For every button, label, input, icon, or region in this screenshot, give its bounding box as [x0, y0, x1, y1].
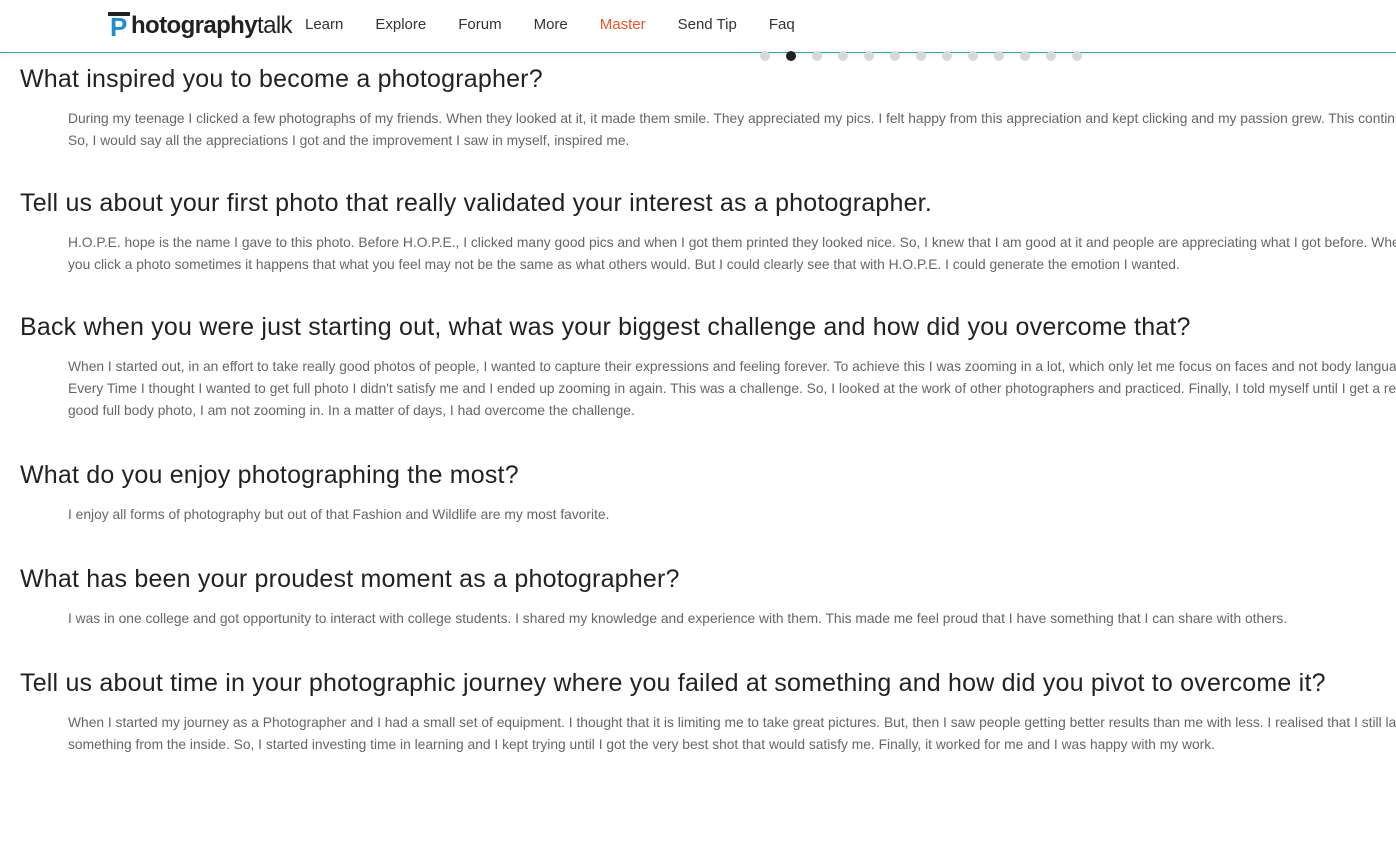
- carousel-dot[interactable]: [838, 51, 848, 61]
- qa-item-5: What has been your proudest moment as a …: [0, 562, 1396, 630]
- answer-text: When I started my journey as a Photograp…: [68, 715, 1396, 752]
- carousel-dot[interactable]: [994, 51, 1004, 61]
- nav-more[interactable]: More: [534, 16, 568, 33]
- nav-master[interactable]: Master: [600, 16, 646, 33]
- logo-text-secondary: talk: [257, 12, 293, 39]
- question-heading: Tell us about time in your photographic …: [20, 669, 1326, 697]
- qa-item-6: Tell us about time in your photographic …: [0, 666, 1396, 756]
- question-heading: What do you enjoy photographing the most…: [20, 461, 519, 489]
- carousel-dot[interactable]: [1046, 51, 1056, 61]
- answer-text: H.O.P.E. hope is the name I gave to this…: [68, 235, 1396, 272]
- qa-item-3: Back when you were just starting out, wh…: [0, 310, 1396, 422]
- question-heading: What inspired you to become a photograph…: [20, 65, 543, 93]
- nav-learn[interactable]: Learn: [305, 16, 343, 33]
- main-nav: Learn Explore Forum More Master Send Tip…: [305, 0, 827, 48]
- nav-explore[interactable]: Explore: [375, 16, 426, 33]
- question-heading: What has been your proudest moment as a …: [20, 565, 680, 593]
- qa-item-1: What inspired you to become a photograph…: [0, 62, 1396, 152]
- carousel-dot[interactable]: [864, 51, 874, 61]
- question-heading: Tell us about your first photo that real…: [20, 189, 932, 217]
- top-navigation-bar: P hotography talk Learn Explore Forum Mor…: [0, 0, 1396, 53]
- carousel-dot[interactable]: [916, 51, 926, 61]
- carousel-dot[interactable]: [968, 51, 978, 61]
- logo-text-primary: hotography: [131, 12, 258, 39]
- answer-text: I was in one college and got opportunity…: [68, 611, 1288, 626]
- photographytalk-logo[interactable]: P hotography talk: [108, 8, 293, 40]
- logo-mark-icon: P: [108, 12, 130, 40]
- carousel-dot[interactable]: [942, 51, 952, 61]
- carousel-dot[interactable]: [890, 51, 900, 61]
- question-heading: Back when you were just starting out, wh…: [20, 313, 1191, 341]
- nav-faq[interactable]: Faq: [769, 16, 795, 33]
- qa-item-4: What do you enjoy photographing the most…: [0, 458, 1396, 526]
- carousel-dot[interactable]: [1020, 51, 1030, 61]
- interview-content: What inspired you to become a photograph…: [0, 62, 1396, 846]
- nav-send-tip[interactable]: Send Tip: [678, 16, 737, 33]
- qa-item-2: Tell us about your first photo that real…: [0, 186, 1396, 276]
- carousel-pagination: [760, 51, 1098, 61]
- carousel-dot[interactable]: [1072, 51, 1082, 61]
- answer-text: I enjoy all forms of photography but out…: [68, 507, 610, 522]
- answer-text: During my teenage I clicked a few photog…: [68, 111, 1396, 148]
- nav-forum[interactable]: Forum: [458, 16, 501, 33]
- carousel-dot[interactable]: [760, 51, 770, 61]
- answer-text: When I started out, in an effort to take…: [68, 359, 1396, 418]
- carousel-dot[interactable]: [812, 51, 822, 61]
- carousel-dot[interactable]: [786, 51, 796, 61]
